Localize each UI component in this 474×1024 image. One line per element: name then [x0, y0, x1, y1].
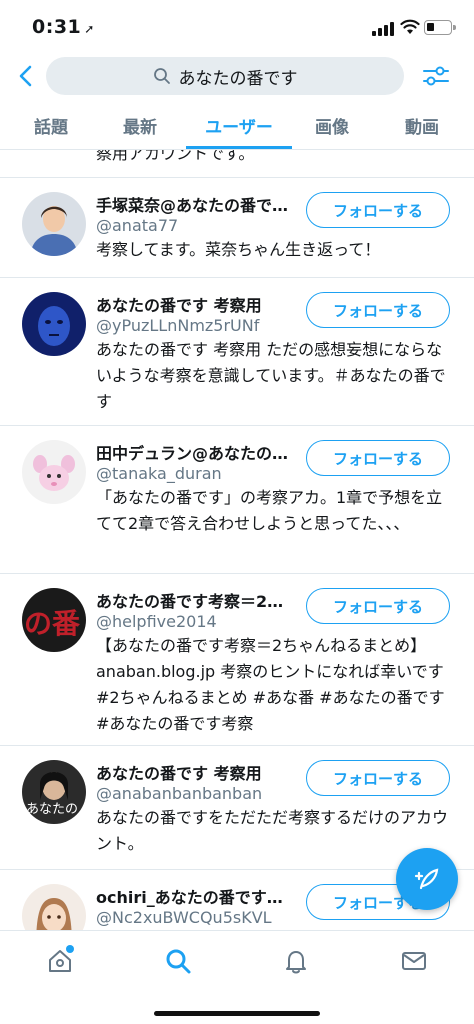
tab-images[interactable]: 画像: [292, 104, 372, 150]
mail-icon: [402, 952, 426, 970]
home-indicator: [154, 1011, 320, 1016]
search-filter-button[interactable]: [420, 60, 452, 92]
search-icon: [166, 949, 191, 974]
user-handle: @tanaka_duran: [96, 464, 222, 483]
user-name: ochiri_あなたの番です…: [96, 888, 283, 907]
follow-button[interactable]: フォローする: [306, 192, 450, 228]
bottom-navigation: [0, 930, 474, 1024]
compose-tweet-button[interactable]: [396, 848, 458, 910]
notification-dot: [66, 945, 74, 953]
nav-home[interactable]: [40, 941, 80, 981]
user-handle: @anabanbanbanban: [96, 784, 263, 803]
user-handle: @yPuzLLnNmz5rUNf: [96, 316, 260, 335]
search-input[interactable]: あなたの番です: [46, 57, 404, 95]
chevron-left-icon: [19, 65, 32, 87]
tab-videos[interactable]: 動画: [382, 104, 462, 150]
user-handle: @Nc2xuBWCQu5sKVL: [96, 908, 272, 927]
nav-search[interactable]: [158, 941, 198, 981]
avatar-text: の番: [24, 607, 81, 640]
avatar[interactable]: あなたの: [22, 760, 86, 824]
list-item[interactable]: 察用アカウントです。: [0, 150, 474, 178]
cellular-signal-icon: [372, 22, 396, 36]
follow-button[interactable]: フォローする: [306, 440, 450, 476]
avatar-text: あなたの: [26, 802, 79, 817]
tab-users[interactable]: ユーザー: [186, 104, 292, 150]
status-time: 0:31 ➚: [32, 16, 95, 38]
list-item[interactable]: の番 あなたの番です考察＝2… @helpfive2014 【あなたの番です考察…: [0, 574, 474, 746]
nav-notifications[interactable]: [276, 941, 316, 981]
user-name: 田中デュラン@あなたの…: [96, 444, 289, 463]
battery-icon: [424, 20, 456, 35]
list-item[interactable]: 田中デュラン@あなたの… @tanaka_duran 「あなたの番です」の考察ア…: [0, 426, 474, 574]
follow-button[interactable]: フォローする: [306, 588, 450, 624]
user-name: あなたの番です考察＝2…: [96, 592, 284, 611]
tab-latest[interactable]: 最新: [100, 104, 180, 150]
user-handle: @helpfive2014: [96, 612, 217, 631]
tab-trending[interactable]: 話題: [12, 104, 90, 150]
list-item[interactable]: あなたの あなたの番です 考察用 @anabanbanbanban あなたの番で…: [0, 746, 474, 870]
user-name: あなたの番です 考察用: [96, 296, 262, 315]
user-bio: 【あなたの番です考察＝2ちゃんねるまとめ】anaban.blog.jp 考察のヒ…: [96, 636, 445, 733]
user-name: あなたの番です 考察用: [96, 764, 262, 783]
compose-feather-icon: [414, 868, 439, 890]
user-bio: あなたの番ですをただただ考察するだけのアカウント。: [96, 808, 449, 853]
back-button[interactable]: [12, 60, 40, 92]
nav-messages[interactable]: [394, 941, 434, 981]
wifi-icon: [400, 19, 420, 34]
follow-button[interactable]: フォローする: [306, 760, 450, 796]
user-bio: 考察してます。菜奈ちゃん生き返って！: [96, 240, 381, 259]
user-bio: 「あなたの番です」の考察アカ。1章で予想を立てて2章で答え合わせしようと思ってた…: [96, 488, 443, 533]
bell-icon: [286, 951, 306, 974]
avatar[interactable]: [22, 292, 86, 356]
avatar[interactable]: [22, 440, 86, 504]
list-item[interactable]: 手塚菜奈@あなたの番で… @anata77 考察してます。菜奈ちゃん生き返って！…: [0, 178, 474, 278]
search-icon: [153, 68, 170, 84]
avatar[interactable]: の番: [22, 588, 86, 652]
search-tabs: 話題 最新 ユーザー 画像 動画: [0, 104, 474, 150]
user-bio: あなたの番です 考察用 ただの感想妄想にならないような考察を意識しています。＃あ…: [96, 340, 446, 411]
user-handle: @anata77: [96, 216, 179, 235]
avatar[interactable]: [22, 884, 86, 930]
user-name: 手塚菜奈@あなたの番で…: [96, 196, 289, 215]
list-item[interactable]: あなたの番です 考察用 @yPuzLLnNmz5rUNf あなたの番です 考察用…: [0, 278, 474, 426]
status-bar: 0:31 ➚: [0, 0, 474, 56]
active-tab-indicator: [186, 146, 292, 149]
avatar[interactable]: [22, 192, 86, 256]
user-list: 察用アカウントです。 手塚菜奈@あなたの番で… @anata77 考察してます。…: [0, 150, 474, 930]
location-arrow-icon: ➚: [84, 22, 95, 36]
sliders-icon: [423, 66, 449, 86]
search-query: あなたの番です: [178, 68, 298, 89]
user-bio: 察用アカウントです。: [96, 150, 255, 163]
follow-button[interactable]: フォローする: [306, 292, 450, 328]
search-header: あなたの番です: [0, 56, 474, 96]
